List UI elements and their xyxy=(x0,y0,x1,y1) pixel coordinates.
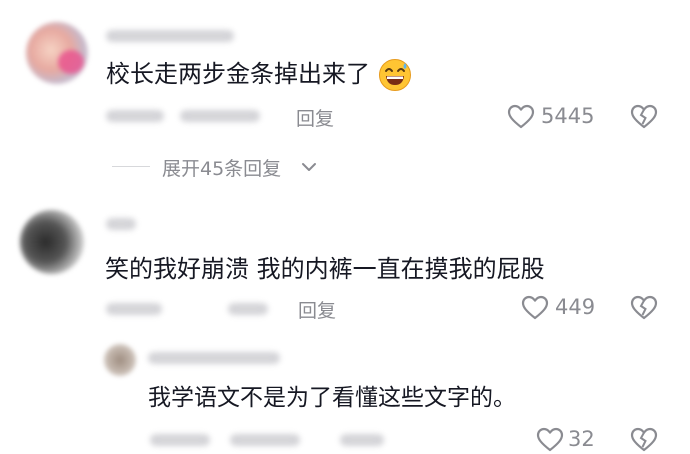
reply-button[interactable] xyxy=(340,434,384,446)
location xyxy=(228,303,268,315)
heart-icon[interactable] xyxy=(536,427,564,453)
reply-button[interactable]: 回复 xyxy=(296,104,334,131)
broken-heart-icon[interactable] xyxy=(630,104,658,130)
username[interactable] xyxy=(106,218,136,230)
chevron-down-icon[interactable] xyxy=(300,158,318,176)
broken-heart-icon[interactable] xyxy=(630,295,658,321)
heart-icon[interactable] xyxy=(507,104,535,130)
username[interactable] xyxy=(106,30,234,42)
like-count: 5445 xyxy=(541,104,595,128)
avatar[interactable] xyxy=(20,210,84,274)
timestamp xyxy=(106,303,162,315)
expand-replies-label: 展开45条回复 xyxy=(162,158,282,180)
reply-button[interactable]: 回复 xyxy=(298,296,336,323)
grinning-sweat-emoji-icon xyxy=(379,59,411,91)
avatar[interactable] xyxy=(26,22,88,84)
avatar[interactable] xyxy=(104,344,136,376)
broken-heart-icon[interactable] xyxy=(630,427,658,453)
comment-text: 校长走两步金条掉出来了 xyxy=(106,60,370,88)
location xyxy=(230,434,300,446)
comment-text: 笑的我好崩溃 我的内裤一直在摸我的屁股 xyxy=(105,255,545,283)
like-count: 449 xyxy=(555,295,596,319)
expand-divider xyxy=(112,166,150,167)
heart-icon[interactable] xyxy=(521,295,549,321)
expand-replies-button[interactable]: 展开45条回复 xyxy=(162,154,281,181)
location xyxy=(180,110,260,122)
timestamp xyxy=(106,110,164,122)
like-count: 32 xyxy=(568,427,595,451)
comment-text: 我学语文不是为了看懂这些文字的。 xyxy=(148,385,516,411)
username[interactable] xyxy=(148,352,280,364)
timestamp xyxy=(150,434,210,446)
